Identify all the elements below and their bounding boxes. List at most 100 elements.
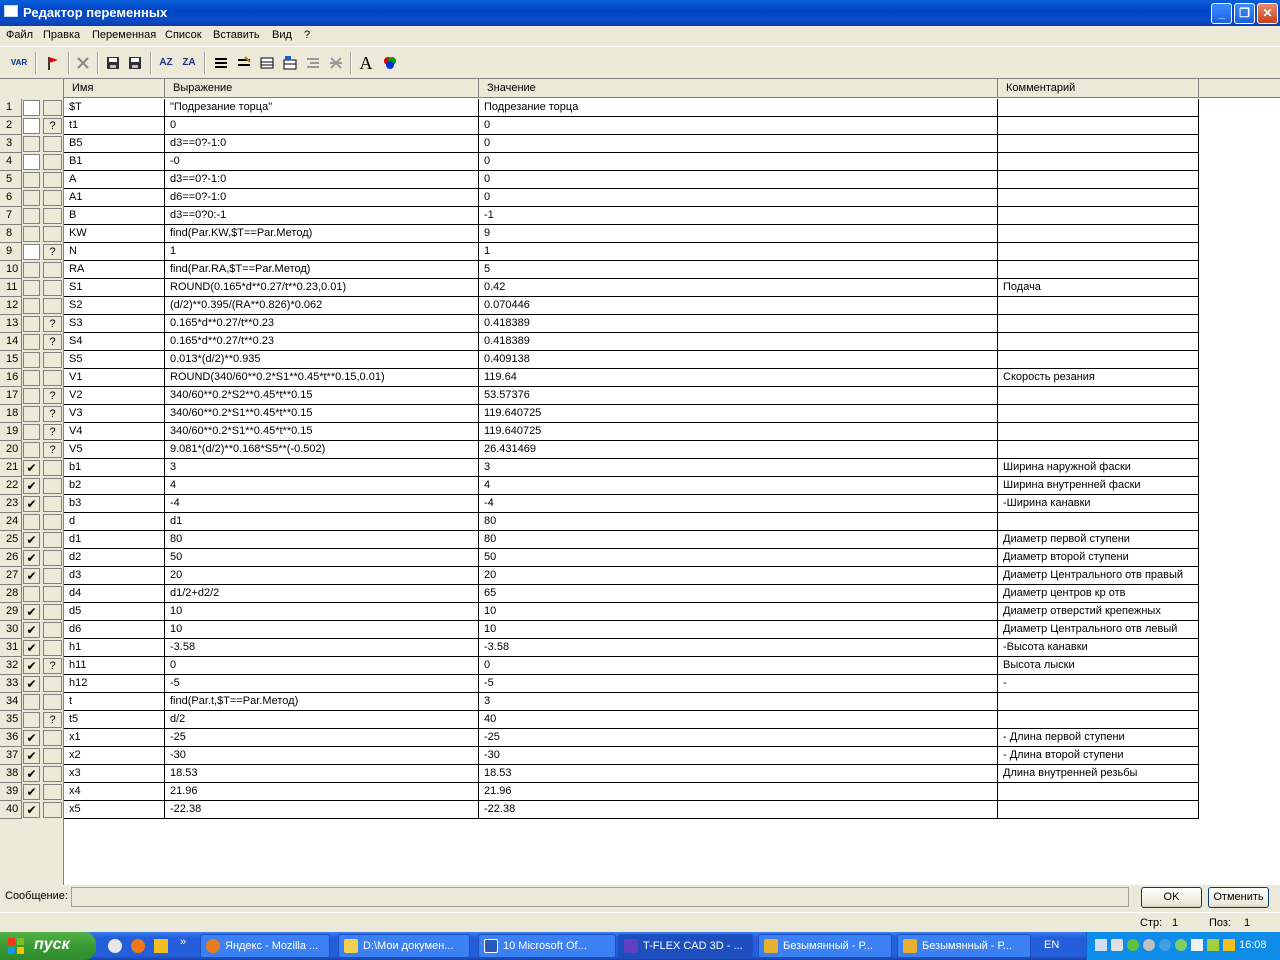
query-flag[interactable] bbox=[43, 172, 62, 188]
task-button[interactable]: T-FLEX CAD 3D - ... bbox=[618, 934, 753, 958]
cell-expression[interactable]: 18.53 bbox=[165, 765, 479, 783]
cell-name[interactable]: S5 bbox=[64, 351, 165, 369]
table-row[interactable]: 34 t find(Par.t,$T==Par.Метод) 3 bbox=[0, 693, 1199, 711]
table-row[interactable]: 5 Ad3==0?-1:0 0 bbox=[0, 171, 1199, 189]
table-row[interactable]: 25 ✔ d1 80 80 Диаметр первой ступени bbox=[0, 531, 1199, 549]
query-flag[interactable] bbox=[43, 694, 62, 710]
external-checkbox[interactable] bbox=[23, 388, 40, 404]
query-flag[interactable] bbox=[43, 766, 62, 782]
query-flag[interactable]: ? bbox=[43, 658, 62, 674]
table-row[interactable]: 3 B5 d3==0?-1:0 0 bbox=[0, 135, 1199, 153]
cell-name[interactable]: x5 bbox=[64, 801, 165, 819]
external-checkbox[interactable] bbox=[23, 442, 40, 458]
table-row[interactable]: 36 ✔ x1 -25 -25- Длина первой ступени bbox=[0, 729, 1199, 747]
cell-value[interactable]: -30 bbox=[479, 747, 998, 765]
table-row[interactable]: 16 V1 ROUND(340/60**0.2*S1**0.45*t**0.15,0… bbox=[0, 369, 1199, 387]
cell-expression[interactable]: d3==0?-1:0 bbox=[165, 171, 479, 189]
cell-name[interactable]: t5 bbox=[64, 711, 165, 729]
cell-name[interactable]: h1 bbox=[64, 639, 165, 657]
external-checkbox[interactable]: ✔ bbox=[23, 802, 40, 818]
query-flag[interactable] bbox=[43, 550, 62, 566]
table-row[interactable]: 15 S5 0.013*(d/2)**0.935 0.409138 bbox=[0, 351, 1199, 369]
table-insert-icon[interactable] bbox=[279, 53, 301, 73]
cell-name[interactable]: V4 bbox=[64, 423, 165, 441]
cell-expression[interactable]: 0 bbox=[165, 117, 479, 135]
menu-variable[interactable]: Переменная bbox=[92, 29, 156, 41]
cell-expression[interactable]: 340/60**0.2*S2**0.45*t**0.15 bbox=[165, 387, 479, 405]
query-flag[interactable] bbox=[43, 568, 62, 584]
font-icon[interactable]: A bbox=[355, 53, 377, 73]
external-checkbox[interactable] bbox=[23, 352, 40, 368]
query-flag[interactable] bbox=[43, 352, 62, 368]
cell-comment[interactable]: Диаметр второй ступени bbox=[998, 549, 1199, 567]
external-checkbox[interactable]: ✔ bbox=[23, 640, 40, 656]
external-checkbox[interactable]: ✔ bbox=[23, 622, 40, 638]
tray-icon[interactable] bbox=[1175, 939, 1187, 951]
cell-name[interactable]: b2 bbox=[64, 477, 165, 495]
cell-value[interactable]: 0 bbox=[479, 135, 998, 153]
cell-value[interactable]: 0.409138 bbox=[479, 351, 998, 369]
align-icon[interactable] bbox=[210, 53, 232, 73]
table-row[interactable]: 12 S2 (d/2)**0.395/(RA**0.826)*0.062 0.0704… bbox=[0, 297, 1199, 315]
cell-name[interactable]: N bbox=[64, 243, 165, 261]
cell-name[interactable]: S3 bbox=[64, 315, 165, 333]
cell-expression[interactable]: 10 bbox=[165, 621, 479, 639]
external-checkbox[interactable] bbox=[23, 370, 40, 386]
cell-comment[interactable] bbox=[998, 297, 1199, 315]
table-row[interactable]: 20? V5 9.081*(d/2)**0.168*S5**(-0.502) 26.4… bbox=[0, 441, 1199, 459]
menu-help[interactable]: ? bbox=[304, 29, 310, 41]
query-flag[interactable] bbox=[43, 208, 62, 224]
table-row[interactable]: 1 $T "Подрезание торца" Подрезание торца bbox=[0, 99, 1199, 117]
table-row[interactable]: 6 A1 d6==0?-1:0 0 bbox=[0, 189, 1199, 207]
cell-expression[interactable]: d/2 bbox=[165, 711, 479, 729]
column-header-expression[interactable]: Выражение bbox=[165, 79, 479, 98]
cell-comment[interactable] bbox=[998, 711, 1199, 729]
save-icon[interactable] bbox=[102, 53, 124, 73]
external-checkbox[interactable] bbox=[23, 172, 40, 188]
task-button[interactable]: Яндекс - Mozilla ... bbox=[200, 934, 330, 958]
cell-value[interactable]: 119.64 bbox=[479, 369, 998, 387]
cell-comment[interactable] bbox=[998, 153, 1199, 171]
cell-value[interactable]: 0 bbox=[479, 657, 998, 675]
cell-value[interactable]: 1 bbox=[479, 243, 998, 261]
external-checkbox[interactable]: ✔ bbox=[23, 532, 40, 548]
cell-expression[interactable]: 10 bbox=[165, 603, 479, 621]
cell-name[interactable]: x2 bbox=[64, 747, 165, 765]
cell-name[interactable]: d4 bbox=[64, 585, 165, 603]
query-flag[interactable] bbox=[43, 604, 62, 620]
query-flag[interactable] bbox=[43, 748, 62, 764]
table-row[interactable]: 8 KW find(Par.KW,$T==Par.Метод) 9 bbox=[0, 225, 1199, 243]
cell-value[interactable]: Подрезание торца bbox=[479, 99, 998, 117]
external-checkbox[interactable]: ✔ bbox=[23, 730, 40, 746]
cell-expression[interactable]: -25 bbox=[165, 729, 479, 747]
cell-name[interactable]: x1 bbox=[64, 729, 165, 747]
cell-comment[interactable]: Длина внутренней резьбы bbox=[998, 765, 1199, 783]
cell-value[interactable]: 10 bbox=[479, 603, 998, 621]
tray-icon[interactable] bbox=[1159, 939, 1171, 951]
menu-view[interactable]: Вид bbox=[272, 29, 292, 41]
cell-comment[interactable] bbox=[998, 225, 1199, 243]
cell-comment[interactable]: - Длина первой ступени bbox=[998, 729, 1199, 747]
cell-expression[interactable]: (d/2)**0.395/(RA**0.826)*0.062 bbox=[165, 297, 479, 315]
table-icon[interactable] bbox=[256, 53, 278, 73]
external-checkbox[interactable] bbox=[23, 424, 40, 440]
external-checkbox[interactable] bbox=[23, 334, 40, 350]
cell-name[interactable]: t1 bbox=[64, 117, 165, 135]
column-header-comment[interactable]: Комментарий bbox=[998, 79, 1199, 98]
query-flag[interactable] bbox=[43, 280, 62, 296]
external-checkbox[interactable] bbox=[23, 118, 40, 134]
ok-button[interactable]: OK bbox=[1141, 887, 1202, 908]
external-checkbox[interactable] bbox=[23, 694, 40, 710]
table-row[interactable]: 17? V2 340/60**0.2*S2**0.45*t**0.15 53.5737… bbox=[0, 387, 1199, 405]
cell-value[interactable]: 40 bbox=[479, 711, 998, 729]
tray-icon[interactable] bbox=[1223, 939, 1235, 951]
cell-comment[interactable]: Подача bbox=[998, 279, 1199, 297]
menu-file[interactable]: Файл bbox=[6, 29, 33, 41]
cell-expression[interactable]: d6==0?-1:0 bbox=[165, 189, 479, 207]
close-button[interactable]: ✕ bbox=[1257, 3, 1278, 24]
query-flag[interactable] bbox=[43, 370, 62, 386]
query-flag[interactable]: ? bbox=[43, 118, 62, 134]
cell-name[interactable]: h11 bbox=[64, 657, 165, 675]
minimize-button[interactable]: _ bbox=[1211, 3, 1232, 24]
query-flag[interactable] bbox=[43, 514, 62, 530]
